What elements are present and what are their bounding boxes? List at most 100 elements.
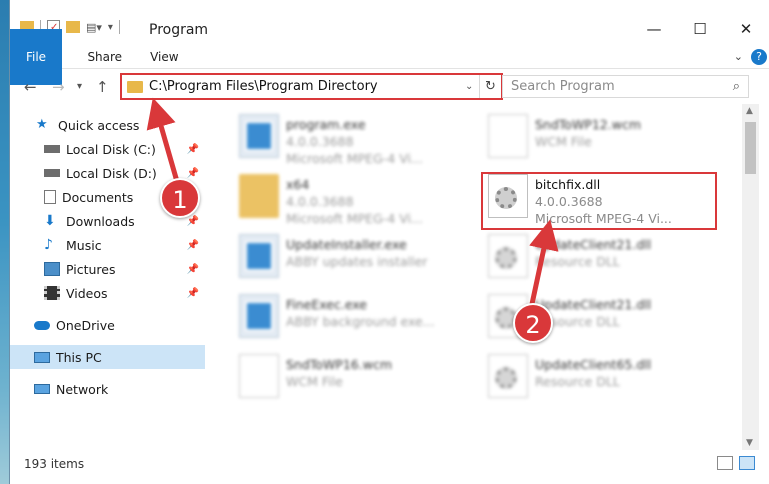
search-placeholder: Search Program: [511, 79, 615, 94]
drive-icon: [44, 145, 60, 153]
pin-icon[interactable]: 📌: [187, 288, 199, 299]
file-name: x64: [286, 177, 310, 192]
file-version: 4.0.0.3688: [286, 134, 354, 149]
folder-icon: [239, 174, 279, 218]
refresh-icon[interactable]: ↻: [479, 75, 501, 98]
back-arrow-icon[interactable]: ←: [24, 78, 37, 96]
file-description: Microsoft MPEG-4 Vi...: [286, 151, 423, 166]
file-name: UpdateClient65.dll: [535, 357, 652, 372]
dll-icon: [488, 354, 528, 398]
pin-icon[interactable]: 📌: [187, 240, 199, 251]
file-description: ABBY updates installer: [286, 254, 428, 269]
search-input[interactable]: Search Program ⌕: [502, 75, 749, 98]
pin-icon[interactable]: 📌: [187, 216, 199, 227]
pictures-icon: [44, 262, 60, 276]
sidebar-item-label: Pictures: [66, 261, 116, 277]
list-item[interactable]: FineExec.exe ABBY background exe...: [231, 290, 471, 346]
dll-icon: [488, 234, 528, 278]
address-dropdown-icon[interactable]: ⌄: [465, 81, 479, 92]
file-version: 4.0.0.3688: [286, 194, 354, 209]
separator: [118, 20, 120, 34]
status-bar: 193 items: [10, 452, 769, 476]
list-item[interactable]: x64 4.0.0.3688 Microsoft MPEG-4 Vi...: [231, 170, 471, 226]
file-name: UpdateClient21.dll: [535, 237, 652, 252]
cloud-icon: [34, 320, 50, 330]
address-path[interactable]: C:\Program Files\Program Directory: [149, 79, 465, 94]
address-bar[interactable]: C:\Program Files\Program Directory ⌄ ↻: [120, 73, 503, 100]
title-bar: ✓ ▤▾ ▾ Program — ☐ ✕: [10, 0, 769, 45]
close-button[interactable]: ✕: [723, 14, 769, 44]
sidebar-item-local-disk-c[interactable]: Local Disk (C:) 📌: [10, 138, 205, 160]
sidebar-item-label: Music: [66, 237, 102, 253]
window-title: Program: [149, 22, 209, 38]
list-item[interactable]: UpdateClient65.dll Resource DLL: [480, 350, 720, 406]
music-icon: ♪: [44, 237, 53, 253]
file-list: program.exe 4.0.0.3688 Microsoft MPEG-4 Vi…: [205, 104, 740, 450]
recent-locations-icon[interactable]: ▾: [77, 81, 82, 92]
list-item[interactable]: UpdateClient21.dll Resource DLL: [480, 230, 720, 286]
file-type: WCM File: [286, 374, 343, 389]
list-item[interactable]: program.exe 4.0.0.3688 Microsoft MPEG-4 Vi…: [231, 110, 471, 166]
sidebar-item-label: Documents: [62, 189, 134, 205]
expand-ribbon-icon[interactable]: ⌄: [734, 50, 743, 63]
pin-icon[interactable]: 📌: [187, 264, 199, 275]
scroll-thumb[interactable]: [745, 122, 756, 174]
scroll-down-icon[interactable]: ▼: [746, 438, 753, 448]
exe-icon: [239, 114, 279, 158]
dropdown-arrow-icon[interactable]: ▾: [108, 22, 113, 33]
explorer-window: ✓ ▤▾ ▾ Program — ☐ ✕ File Home Share Vie…: [9, 0, 769, 484]
highlight-box: [481, 172, 717, 230]
sidebar-item-quick-access[interactable]: ★ Quick access: [10, 114, 205, 136]
new-folder-icon[interactable]: [66, 21, 80, 33]
file-type: Resource DLL: [535, 374, 620, 389]
sidebar-item-this-pc[interactable]: This PC: [10, 345, 205, 369]
document-icon: [488, 114, 528, 158]
exe-icon: [239, 234, 279, 278]
documents-icon: [44, 190, 56, 204]
file-type: WCM File: [535, 134, 592, 149]
pin-icon[interactable]: 📌: [187, 168, 199, 179]
list-item[interactable]: SndToWP12.wcm WCM File: [480, 110, 720, 166]
sidebar-item-videos[interactable]: Videos 📌: [10, 282, 205, 304]
customize-toolbar-icon[interactable]: ▤▾: [86, 21, 102, 34]
vertical-scrollbar[interactable]: ▲ ▼: [742, 104, 759, 450]
sidebar-item-onedrive[interactable]: OneDrive: [10, 314, 205, 336]
sidebar-item-pictures[interactable]: Pictures 📌: [10, 258, 205, 280]
up-arrow-icon[interactable]: ↑: [96, 78, 109, 96]
list-item[interactable]: UpdateInstaller.exe ABBY updates installe…: [231, 230, 471, 286]
sidebar-item-music[interactable]: ♪ Music 📌: [10, 234, 205, 256]
sidebar-item-label: Quick access: [58, 117, 140, 133]
star-icon: ★: [36, 117, 48, 132]
list-item[interactable]: SndToWP16.wcm WCM File: [231, 350, 471, 406]
tab-share[interactable]: Share: [73, 45, 136, 69]
file-name: SndToWP12.wcm: [535, 117, 641, 132]
sidebar-item-network[interactable]: Network: [10, 378, 205, 400]
view-switcher: [717, 456, 755, 470]
sidebar-item-label: Network: [56, 381, 109, 397]
tab-view[interactable]: View: [136, 45, 192, 69]
minimize-button[interactable]: —: [631, 14, 677, 44]
folder-icon: [127, 80, 143, 93]
file-description: ABBY background exe...: [286, 314, 435, 329]
file-type: Resource DLL: [535, 254, 620, 269]
item-count: 193 items: [24, 457, 85, 471]
forward-arrow-icon[interactable]: →: [52, 78, 65, 96]
navigation-bar: ← → ▾ ↑ C:\Program Files\Program Directo…: [10, 70, 769, 104]
help-icon[interactable]: ?: [751, 49, 767, 65]
callout-2: 2: [513, 303, 553, 343]
ribbon-tabs: File Home Share View ⌄ ?: [10, 28, 769, 85]
videos-icon: [44, 286, 60, 300]
sidebar-item-label: Local Disk (D:): [66, 165, 157, 181]
large-icons-view-icon[interactable]: [739, 456, 755, 470]
network-icon: [34, 384, 50, 394]
file-name: program.exe: [286, 117, 366, 132]
scroll-up-icon[interactable]: ▲: [746, 106, 753, 116]
navigation-pane: ★ Quick access Local Disk (C:) 📌 Local D…: [10, 110, 205, 450]
sidebar-item-label: This PC: [56, 349, 102, 365]
pin-icon[interactable]: 📌: [187, 144, 199, 155]
details-view-icon[interactable]: [717, 456, 733, 470]
computer-icon: [34, 351, 50, 363]
document-icon: [239, 354, 279, 398]
search-icon: ⌕: [732, 79, 740, 94]
maximize-button[interactable]: ☐: [677, 14, 723, 44]
